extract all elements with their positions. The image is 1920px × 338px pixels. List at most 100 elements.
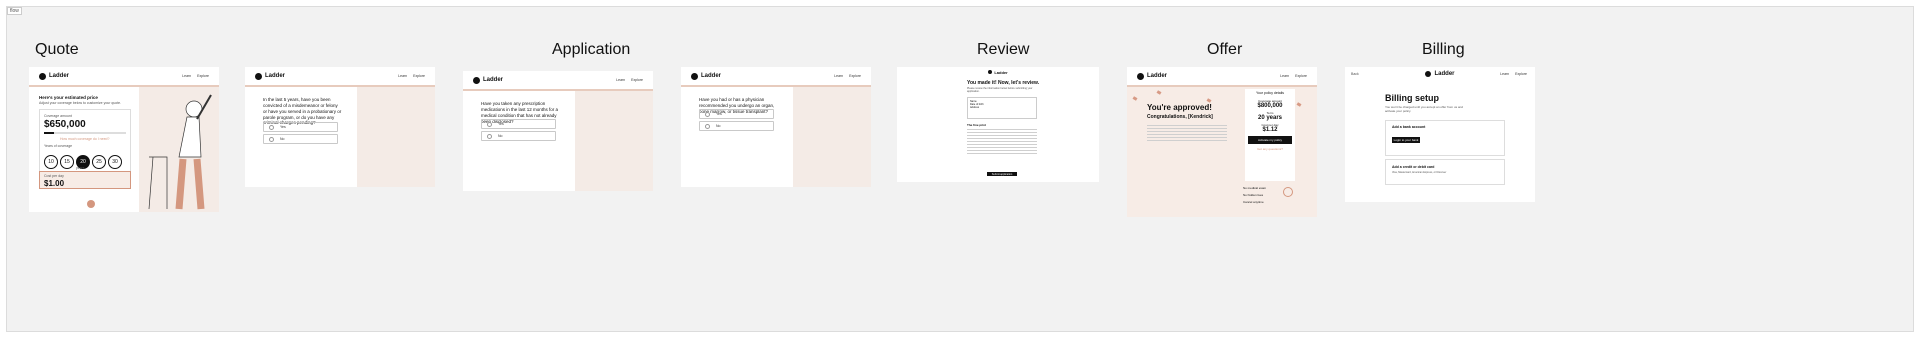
nav-explore[interactable]: Explore: [849, 74, 861, 78]
card-option-card[interactable]: Add a credit or debit card Visa, Masterc…: [1385, 159, 1505, 185]
benefit-item: No hidden fees: [1243, 193, 1264, 197]
logo-mark-icon: [988, 70, 993, 74]
policy-price-value: $1.12: [1262, 127, 1278, 133]
nav-explore[interactable]: Explore: [631, 78, 643, 82]
section-label-billing: Billing: [1422, 41, 1465, 58]
nav-learn[interactable]: Learn: [1280, 74, 1289, 78]
nav-learn[interactable]: Learn: [182, 74, 191, 78]
answer-yes[interactable]: Yes: [699, 109, 774, 119]
frame-tag: flow: [7, 7, 22, 15]
field-address: Address: [970, 106, 980, 109]
coverage-slider[interactable]: [44, 132, 126, 134]
answer-no[interactable]: No: [481, 131, 556, 141]
billing-title: Billing setup: [1385, 93, 1439, 103]
activate-button[interactable]: Activate my policy: [1248, 136, 1292, 144]
cost-value: $1.00: [44, 179, 65, 188]
back-link[interactable]: Back: [1351, 72, 1359, 76]
section-label-quote: Quote: [35, 41, 79, 58]
benefits-list: No medical exam No hidden fees Cancel an…: [1243, 185, 1266, 206]
nav-explore[interactable]: Explore: [413, 74, 425, 78]
review-sub: Please review the information below befo…: [967, 87, 1033, 93]
application-screen-2: Ladder Learn Explore Have you taken any pr…: [463, 71, 653, 191]
section-label-application: Application: [552, 41, 631, 58]
logo-mark-icon: [39, 72, 46, 80]
ladder-logo[interactable]: Ladder: [39, 72, 69, 80]
submit-button[interactable]: Submit application: [987, 172, 1017, 176]
logo-mark-icon: [1137, 72, 1144, 80]
application-screen-3: Ladder Learn Explore Have you had or has a…: [681, 67, 871, 187]
celebrating-person-illustration: [148, 94, 212, 210]
design-canvas: flow Quote Application Review Offer Bill…: [6, 6, 1914, 332]
review-screen: Ladder You made it! Now, let's review. P…: [897, 67, 1099, 182]
side-panel: [575, 91, 653, 191]
confetti-icon: [1296, 102, 1302, 107]
policy-title: Your policy details: [1255, 91, 1285, 95]
years-label: Years of coverage: [44, 144, 73, 148]
side-panel: [357, 87, 435, 187]
cost-card: Cost per day $1.00: [39, 171, 131, 189]
policy-coverage-value: $800,000: [1257, 103, 1283, 109]
quote-screen: Ladder Learn Explore Here's your estimate…: [29, 67, 219, 212]
offer-screen: Ladder Learn Explore You're approved! Cong…: [1127, 67, 1317, 217]
illustration-panel: [139, 87, 219, 212]
years-caption: years: [76, 166, 85, 170]
billing-sub: You won't be charged until you accept an…: [1385, 105, 1463, 113]
answer-yes[interactable]: Yes: [263, 122, 338, 132]
policy-term-value: 20 years: [1257, 115, 1283, 121]
nav-explore[interactable]: Explore: [1515, 72, 1527, 76]
logo-mark-icon: [1425, 71, 1432, 77]
next-button[interactable]: [87, 200, 95, 208]
logo-mark-icon: [691, 72, 698, 80]
nav-learn[interactable]: Learn: [398, 74, 407, 78]
years-option[interactable]: 15: [60, 155, 74, 169]
nav-explore[interactable]: Explore: [1295, 74, 1307, 78]
application-screen-1: Ladder Learn Explore In the last 5 years, …: [245, 67, 435, 187]
nav-learn[interactable]: Learn: [834, 74, 843, 78]
billing-screen: Ladder Back Learn Explore Billing setup Y…: [1345, 67, 1535, 202]
quote-intro: Here's your estimated price: [39, 95, 98, 100]
confetti-icon: [1156, 90, 1162, 95]
benefit-item: No medical exam: [1243, 186, 1267, 190]
cost-label: Cost per day: [44, 174, 64, 178]
logo-mark-icon: [255, 72, 262, 80]
questions-link[interactable]: Got any questions?: [1245, 147, 1295, 151]
policy-card: Your policy details Coverage amount $800…: [1245, 89, 1295, 181]
ladder-logo[interactable]: Ladder: [897, 67, 1099, 77]
coverage-help-link[interactable]: How much coverage do I need?: [60, 137, 109, 141]
section-label-review: Review: [977, 41, 1030, 58]
section-label-offer: Offer: [1207, 41, 1243, 58]
approval-body: [1147, 123, 1227, 143]
nav-learn[interactable]: Learn: [616, 78, 625, 82]
years-option[interactable]: 25: [92, 155, 106, 169]
answer-yes[interactable]: Yes: [481, 119, 556, 129]
review-summary-card: Name Date of birth Address: [967, 97, 1037, 119]
bank-title: Add a bank account: [1392, 125, 1426, 129]
answer-no[interactable]: No: [699, 121, 774, 131]
card-sub: Visa, Mastercard, American Express, or D…: [1392, 171, 1447, 174]
greeting: Congratulations, [Kendrick]: [1147, 114, 1213, 120]
ladder-logo[interactable]: Ladder: [1137, 72, 1167, 80]
fine-print-body: [967, 127, 1037, 156]
quote-sub: Adjust your coverage below to customize …: [39, 101, 122, 105]
years-option[interactable]: 10: [44, 155, 58, 169]
side-panel: [793, 87, 871, 187]
top-nav: Ladder Learn Explore: [29, 67, 219, 87]
bank-option-card[interactable]: Add a bank account Login to your bank: [1385, 120, 1505, 156]
years-option[interactable]: 30: [108, 155, 122, 169]
benefit-item: Cancel anytime: [1243, 200, 1264, 204]
logo-mark-icon: [473, 76, 480, 84]
coverage-label: Coverage amount: [44, 114, 72, 118]
answer-no[interactable]: No: [263, 134, 338, 144]
confetti-icon: [1132, 96, 1138, 101]
ladder-logo[interactable]: Ladder: [473, 76, 503, 84]
badge-icon: [1283, 187, 1293, 197]
login-bank-button[interactable]: Login to your bank: [1392, 137, 1420, 143]
nav-explore[interactable]: Explore: [197, 74, 209, 78]
coverage-value: $650,000: [44, 119, 86, 130]
approved-title: You're approved!: [1147, 103, 1212, 112]
review-title: You made it! Now, let's review.: [967, 80, 1040, 86]
ladder-logo[interactable]: Ladder: [691, 72, 721, 80]
ladder-logo[interactable]: Ladder: [255, 72, 285, 80]
nav-learn[interactable]: Learn: [1500, 72, 1509, 76]
card-title: Add a credit or debit card: [1392, 165, 1435, 169]
